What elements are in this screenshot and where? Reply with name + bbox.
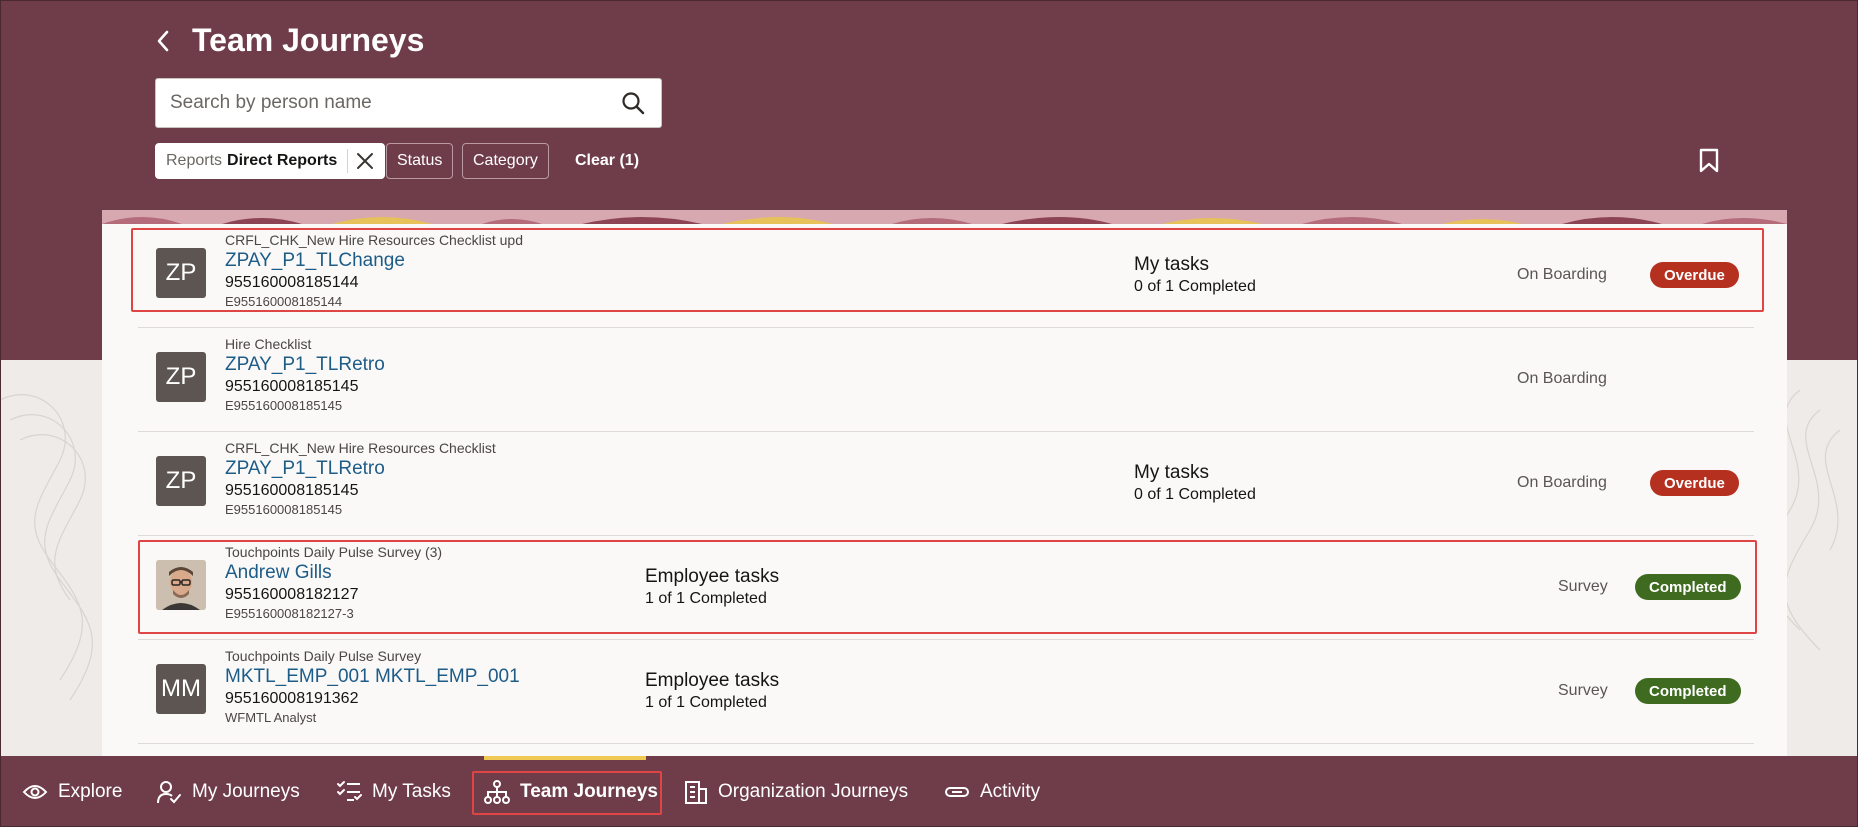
assignment-number: E955160008185145	[225, 502, 343, 517]
chip-value: Direct Reports	[227, 152, 338, 169]
nav-team-journeys[interactable]: Team Journeys	[484, 774, 658, 810]
nav-explore[interactable]: Explore	[22, 774, 122, 810]
clear-filters-link[interactable]: Clear (1)	[575, 152, 639, 170]
assignment-number: E955160008185145	[225, 398, 343, 413]
nav-label: My Tasks	[372, 781, 451, 802]
status-label: Status	[397, 152, 443, 169]
person-photo-icon	[156, 560, 206, 610]
category-label: Category	[473, 152, 538, 169]
task-title: My tasks	[1134, 462, 1209, 483]
journey-row[interactable]: Touchpoints Daily Pulse Survey (3) Andre…	[138, 536, 1754, 640]
journey-row[interactable]: ZP CRFL_CHK_New Hire Resources Checklist…	[138, 432, 1754, 536]
assignment-number: E955160008182127-3	[225, 606, 354, 621]
close-icon	[357, 153, 374, 169]
journey-type: On Boarding	[1517, 370, 1607, 387]
journey-row[interactable]: MM Touchpoints Daily Pulse Survey MKTL_E…	[138, 640, 1754, 744]
back-button[interactable]	[148, 26, 178, 56]
nav-my-tasks[interactable]: My Tasks	[336, 774, 451, 810]
search-icon[interactable]	[621, 91, 645, 115]
person-number: 955160008185144	[225, 274, 359, 291]
nav-label: Organization Journeys	[718, 781, 909, 802]
chip-key: Reports	[166, 152, 223, 169]
task-status: 1 of 1 Completed	[645, 694, 767, 711]
person-name-link[interactable]: MKTL_EMP_001 MKTL_EMP_001	[225, 666, 520, 688]
task-status: 1 of 1 Completed	[645, 590, 767, 607]
status-badge: Completed	[1635, 574, 1741, 600]
chip-close-button[interactable]	[347, 149, 374, 173]
nav-label: Team Journeys	[520, 781, 658, 802]
person-number: 955160008191362	[225, 690, 359, 707]
person-number: 955160008185145	[225, 482, 359, 499]
building-icon	[685, 781, 707, 804]
journey-category: Touchpoints Daily Pulse Survey	[225, 648, 422, 664]
bottom-nav: Explore My Journeys My Tasks Team Journe…	[0, 756, 1858, 827]
nav-organization-journeys[interactable]: Organization Journeys	[684, 774, 908, 810]
task-status: 0 of 1 Completed	[1134, 278, 1256, 295]
checklist-icon	[337, 781, 362, 801]
task-title: My tasks	[1134, 254, 1209, 275]
journey-type: Survey	[1558, 682, 1608, 699]
journey-row[interactable]: ZP Hire Checklist ZPAY_P1_TLRetro 955160…	[138, 328, 1754, 432]
bookmark-button[interactable]	[1698, 148, 1720, 179]
chevron-left-icon	[157, 30, 169, 52]
assignment-number: E955160008185144	[225, 294, 343, 309]
link-icon	[945, 787, 969, 797]
bookmark-icon	[1699, 148, 1719, 173]
page-title: Team Journeys	[192, 22, 425, 58]
avatar: MM	[156, 664, 206, 714]
person-number: 955160008185145	[225, 378, 359, 395]
person-check-icon	[157, 781, 181, 804]
assignment-number: WFMTL Analyst	[225, 710, 317, 725]
person-number: 955160008182127	[225, 586, 359, 603]
journey-row[interactable]: ZP CRFL_CHK_New Hire Resources Checklist…	[138, 224, 1754, 328]
task-title: Employee tasks	[645, 670, 780, 691]
nav-activity[interactable]: Activity	[944, 774, 1040, 810]
status-badge: Overdue	[1650, 262, 1739, 288]
task-status: 0 of 1 Completed	[1134, 486, 1256, 503]
org-chart-icon	[484, 780, 510, 804]
decorative-banner	[102, 210, 1787, 224]
nav-label: My Journeys	[192, 781, 300, 802]
category-filter-chip[interactable]: Category	[462, 143, 549, 179]
journey-type: On Boarding	[1517, 474, 1607, 491]
journey-category: CRFL_CHK_New Hire Resources Checklist	[225, 440, 496, 456]
journey-type: Survey	[1558, 578, 1608, 595]
avatar: ZP	[156, 456, 206, 506]
search-input[interactable]	[156, 80, 596, 126]
journey-category: Touchpoints Daily Pulse Survey (3)	[225, 544, 443, 560]
person-name-link[interactable]: ZPAY_P1_TLRetro	[225, 354, 385, 376]
avatar-photo	[156, 560, 206, 610]
status-filter-chip[interactable]: Status	[386, 143, 454, 179]
nav-label: Explore	[58, 781, 123, 802]
journey-category: Hire Checklist	[225, 336, 312, 352]
avatar: ZP	[156, 248, 206, 298]
journey-category: CRFL_CHK_New Hire Resources Checklist up…	[225, 232, 523, 248]
nav-my-journeys[interactable]: My Journeys	[156, 774, 300, 810]
journey-type: On Boarding	[1517, 266, 1607, 283]
status-badge: Completed	[1635, 678, 1741, 704]
task-title: Employee tasks	[645, 566, 780, 587]
active-tab-indicator	[484, 756, 646, 760]
nav-label: Activity	[980, 781, 1041, 802]
person-name-link[interactable]: Andrew Gills	[225, 562, 332, 584]
eye-icon	[22, 785, 48, 799]
avatar: ZP	[156, 352, 206, 402]
journeys-list-card: ZP CRFL_CHK_New Hire Resources Checklist…	[102, 210, 1787, 756]
card-body: ZP CRFL_CHK_New Hire Resources Checklist…	[102, 224, 1787, 756]
person-name-link[interactable]: ZPAY_P1_TLRetro	[225, 458, 385, 480]
reports-filter-chip[interactable]: Reports Direct Reports	[155, 143, 386, 179]
search-box[interactable]	[155, 78, 662, 128]
status-badge: Overdue	[1650, 470, 1739, 496]
person-name-link[interactable]: ZPAY_P1_TLChange	[225, 250, 405, 272]
